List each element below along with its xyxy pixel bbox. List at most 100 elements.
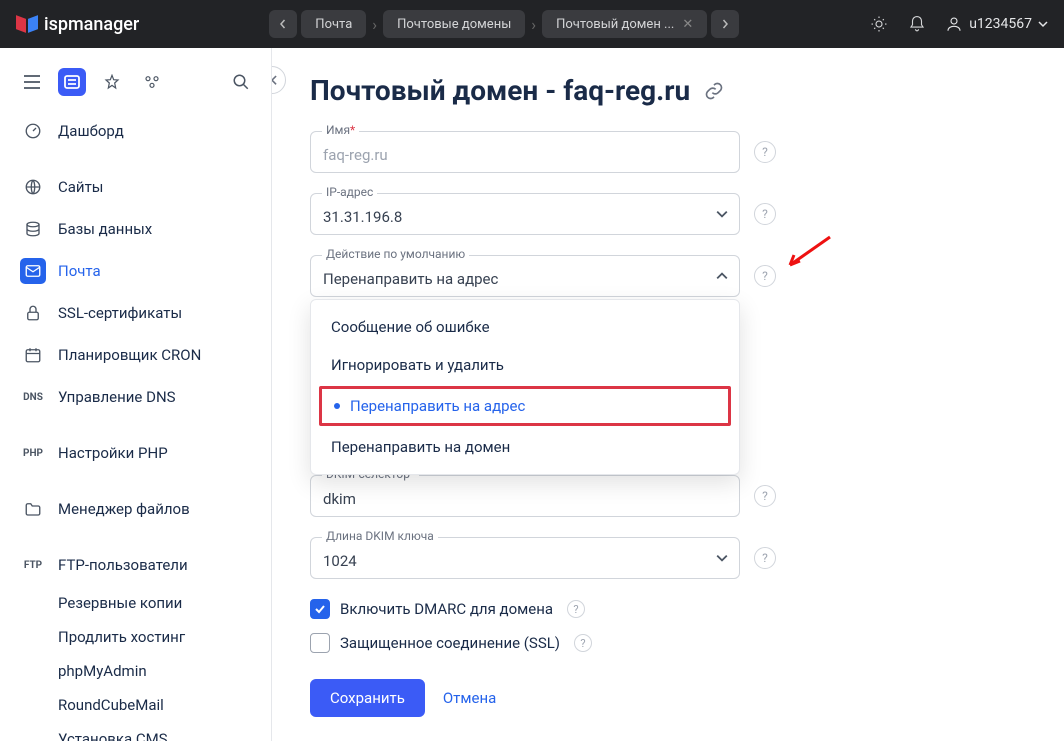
annotation-highlight: Перенаправить на адрес <box>319 386 731 426</box>
dmarc-checkbox-row: Включить DMARC для домена ? <box>310 599 1026 619</box>
chevron-right-icon: › <box>372 15 377 34</box>
dropdown-option-selected[interactable]: Перенаправить на адрес <box>332 395 718 417</box>
sidebar-item-label: phpMyAdmin <box>58 662 147 680</box>
ssl-checkbox-row: Защищенное соединение (SSL) ? <box>310 633 1026 653</box>
sidebar-item-mail[interactable]: Почта <box>0 250 271 292</box>
form-actions: Сохранить Отмена <box>310 679 1026 717</box>
help-icon[interactable]: ? <box>574 634 592 652</box>
breadcrumb-back-button[interactable] <box>269 10 297 38</box>
dropdown-option[interactable]: Перенаправить на домен <box>311 428 739 466</box>
field-label: Действие по умолчанию <box>322 247 469 261</box>
default-action-dropdown: Сообщение об ошибке Игнорировать и удали… <box>310 299 740 475</box>
folder-icon <box>20 496 46 522</box>
logo[interactable]: ispmanager <box>16 14 139 35</box>
ip-select[interactable]: IP-адрес <box>310 193 740 235</box>
annotation-arrow-icon <box>784 235 832 271</box>
lock-icon <box>20 300 46 326</box>
sidebar-item-label: Резервные копии <box>58 594 182 612</box>
default-action-value <box>310 255 740 297</box>
sidebar-item-label: Базы данных <box>58 220 152 238</box>
link-icon[interactable] <box>704 81 724 101</box>
sidebar-item-label: RoundCubeMail <box>58 696 164 714</box>
save-button[interactable]: Сохранить <box>310 679 425 717</box>
apps-icon[interactable] <box>138 68 166 96</box>
sidebar-item-label: Дашборд <box>58 122 124 140</box>
cancel-button[interactable]: Отмена <box>443 689 496 707</box>
sidebar-item-cron[interactable]: Планировщик CRON <box>0 334 271 376</box>
dkim-selector-input[interactable] <box>310 475 740 517</box>
star-icon[interactable] <box>98 68 126 96</box>
sidebar-item-roundcube[interactable]: RoundCubeMail <box>0 688 271 722</box>
dropdown-option[interactable]: Игнорировать и удалить <box>311 346 739 384</box>
user-name: u1234567 <box>969 16 1032 32</box>
sidebar-item-dashboard[interactable]: Дашборд <box>0 110 271 152</box>
sidebar-item-backups[interactable]: Резервные копии <box>0 586 271 620</box>
sidebar-item-php[interactable]: PHP Настройки PHP <box>0 432 271 474</box>
ip-value <box>310 193 740 235</box>
logo-text: ispmanager <box>44 14 139 35</box>
field-ip: IP-адрес ? <box>310 193 1026 235</box>
gauge-icon <box>20 118 46 144</box>
hamburger-icon[interactable] <box>18 68 46 96</box>
help-icon[interactable]: ? <box>754 547 776 569</box>
sidebar-item-files[interactable]: Менеджер файлов <box>0 488 271 530</box>
field-default-action: Действие по умолчанию ? Сообщение об оши… <box>310 255 1026 297</box>
sidebar-item-phpmyadmin[interactable]: phpMyAdmin <box>0 654 271 688</box>
dmarc-checkbox[interactable] <box>310 599 330 619</box>
sidebar-item-label: Настройки PHP <box>58 444 168 462</box>
sidebar-item-label: Сайты <box>58 178 103 196</box>
help-icon[interactable]: ? <box>754 485 776 507</box>
sidebar-item-label: Продлить хостинг <box>58 628 185 646</box>
sidebar-item-sites[interactable]: Сайты <box>0 166 271 208</box>
sidebar-item-label: Менеджер файлов <box>58 500 190 518</box>
sidebar-item-dns[interactable]: DNS Управление DNS <box>0 376 271 418</box>
close-panel-button[interactable]: ✕ <box>272 66 286 94</box>
help-icon[interactable]: ? <box>754 265 776 287</box>
topbar-right: u1234567 <box>869 14 1048 34</box>
name-input <box>310 131 740 173</box>
breadcrumb-forward-button[interactable] <box>711 10 739 38</box>
field-name: Имя* ? <box>310 131 1026 173</box>
sidebar-item-cms[interactable]: Установка CMS <box>0 722 271 741</box>
sidebar-item-renew[interactable]: Продлить хостинг <box>0 620 271 654</box>
sidebar-item-ftp[interactable]: FTP FTP-пользователи <box>0 544 271 586</box>
sidebar-item-label: FTP-пользователи <box>58 556 188 574</box>
sidebar-toolbar <box>0 60 271 110</box>
globe-icon <box>20 174 46 200</box>
help-icon[interactable]: ? <box>567 600 585 618</box>
sidebar-item-label: SSL-сертификаты <box>58 304 182 322</box>
notifications-icon[interactable] <box>907 14 927 34</box>
php-icon: PHP <box>20 440 46 466</box>
field-label: Имя* <box>322 123 359 137</box>
sidebar-item-label: Почта <box>58 262 101 280</box>
user-menu[interactable]: u1234567 <box>945 15 1048 33</box>
list-view-icon[interactable] <box>58 68 86 96</box>
sidebar-item-ssl[interactable]: SSL-сертификаты <box>0 292 271 334</box>
theme-toggle-icon[interactable] <box>869 14 889 34</box>
sidebar-item-label: Управление DNS <box>58 388 176 406</box>
search-icon[interactable] <box>227 68 255 96</box>
topbar: ispmanager Почта › Почтовые домены › Поч… <box>0 0 1064 48</box>
field-dkim-length: Длина DKIM ключа ? <box>310 537 1026 579</box>
field-dkim-selector: DKIM-селектор* ? <box>310 475 1026 517</box>
dkim-length-select[interactable]: Длина DKIM ключа <box>310 537 740 579</box>
breadcrumb-item-mail[interactable]: Почта <box>301 10 366 38</box>
sidebar-item-databases[interactable]: Базы данных <box>0 208 271 250</box>
breadcrumb: Почта › Почтовые домены › Почтовый домен… <box>269 10 739 38</box>
dot-icon <box>334 403 340 409</box>
breadcrumb-item-current[interactable]: Почтовый домен ... ✕ <box>542 10 707 38</box>
database-icon <box>20 216 46 242</box>
default-action-select[interactable]: Действие по умолчанию <box>310 255 740 297</box>
mail-icon <box>20 258 46 284</box>
field-label: IP-адрес <box>322 185 377 199</box>
close-icon[interactable]: ✕ <box>682 17 693 32</box>
help-icon[interactable]: ? <box>754 141 776 163</box>
dns-icon: DNS <box>20 384 46 410</box>
checkbox-label: Защищенное соединение (SSL) <box>340 634 560 652</box>
sidebar-item-label: Установка CMS <box>58 730 168 741</box>
logo-icon <box>16 15 38 33</box>
breadcrumb-item-domains[interactable]: Почтовые домены <box>383 10 525 38</box>
ssl-checkbox[interactable] <box>310 633 330 653</box>
help-icon[interactable]: ? <box>754 203 776 225</box>
dropdown-option[interactable]: Сообщение об ошибке <box>311 308 739 346</box>
